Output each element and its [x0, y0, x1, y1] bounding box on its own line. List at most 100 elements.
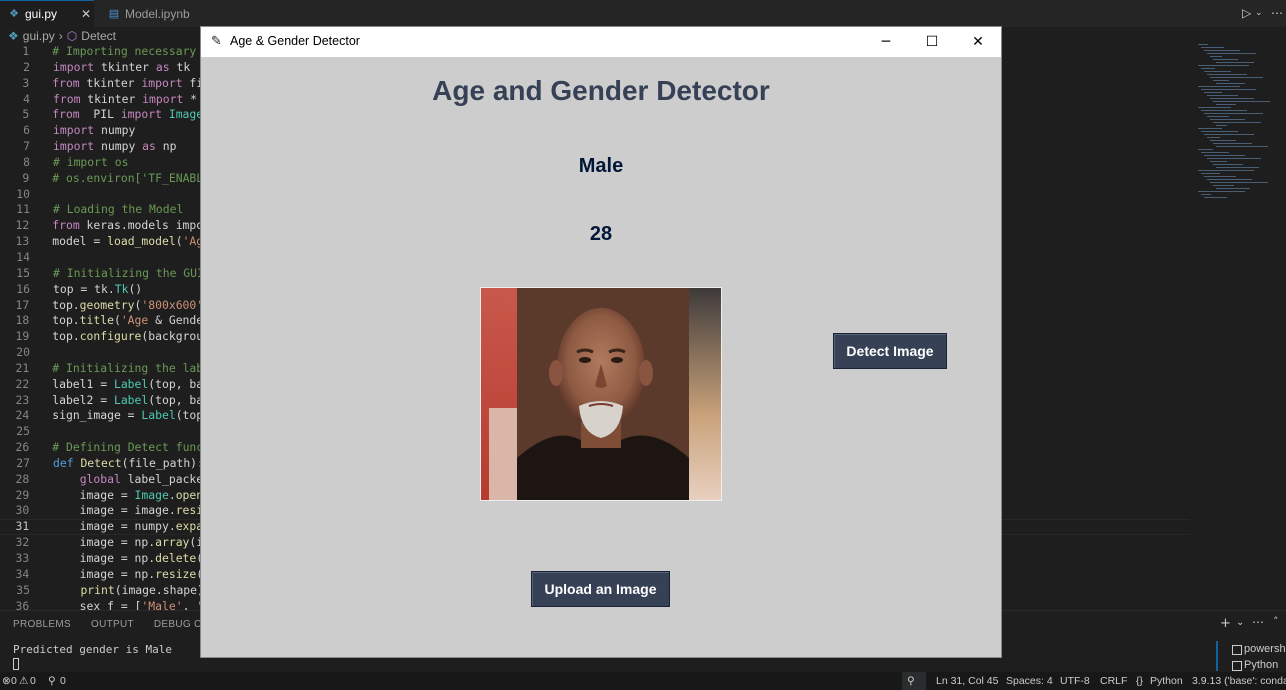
code-line[interactable]: 4 from tkinter import *: [0, 92, 210, 108]
breadcrumb-symbol[interactable]: Detect: [81, 29, 116, 43]
line-number: 3: [22, 75, 30, 90]
zoom-icon[interactable]: ⚲: [902, 672, 926, 690]
ports-count[interactable]: 0: [60, 675, 66, 687]
python-interpreter[interactable]: 3.9.13 ('base': conda): [1192, 675, 1286, 687]
code-line[interactable]: 17 top.geometry('800x600'): [0, 298, 210, 314]
errors-count[interactable]: 0: [11, 675, 17, 687]
code-line[interactable]: 11 # Loading the Model: [0, 202, 210, 218]
code-line[interactable]: 15 # Initializing the GUI: [0, 266, 210, 282]
code-text: top.title('Age & Gender: [52, 313, 210, 328]
code-text: image = np.resize(i: [52, 566, 210, 581]
line-number: 15: [16, 265, 30, 280]
warnings-count[interactable]: 0: [30, 675, 36, 687]
code-line[interactable]: 33 image = np.delete(i: [0, 551, 210, 567]
code-line[interactable]: 29 image = Image.open(: [0, 488, 210, 504]
code-line[interactable]: 3 from tkinter import fil: [0, 76, 210, 92]
tab-problems[interactable]: PROBLEMS: [13, 619, 71, 630]
ports-icon[interactable]: ⚲: [48, 675, 56, 687]
code-line[interactable]: 23 label2 = Label(top, bac: [0, 393, 210, 409]
code-line[interactable]: 26 # Defining Detect funct: [0, 440, 210, 456]
chevron-down-icon[interactable]: ⌄: [1236, 617, 1244, 628]
tab-label: Model.ipynb: [125, 6, 190, 21]
code-line[interactable]: 12 from keras.models impor: [0, 218, 210, 234]
minimap[interactable]: [1196, 44, 1270, 204]
minimap-line: [1201, 131, 1238, 132]
indentation[interactable]: Spaces: 4: [1006, 675, 1053, 687]
run-icon[interactable]: ▷: [1242, 6, 1251, 20]
close-icon[interactable]: ✕: [963, 31, 993, 53]
terminal-item-powershell[interactable]: powersh: [1230, 643, 1286, 655]
line-ending[interactable]: CRLF: [1100, 675, 1127, 687]
code-line[interactable]: 14: [0, 250, 210, 266]
code-line[interactable]: 34 image = np.resize(i: [0, 567, 210, 583]
code-line[interactable]: 13 model = load_model('Age: [0, 234, 210, 250]
code-line[interactable]: 30 image = image.resiz: [0, 503, 210, 519]
warning-icon[interactable]: ⚠: [19, 675, 28, 687]
code-line[interactable]: 25: [0, 424, 210, 440]
add-terminal-icon[interactable]: +: [1220, 616, 1231, 631]
minimap-line: [1210, 56, 1222, 57]
minimap-line: [1213, 122, 1261, 123]
function-symbol-icon: ⬡: [66, 29, 78, 43]
maximize-icon[interactable]: ☐: [917, 31, 947, 53]
app-heading: Age and Gender Detector: [432, 75, 770, 106]
detect-image-button[interactable]: Detect Image: [833, 333, 947, 369]
code-line[interactable]: 19 top.configure(backgroun: [0, 329, 210, 345]
code-line[interactable]: 24 sign_image = Label(top): [0, 408, 210, 424]
tab-gui-py[interactable]: ❖ gui.py ✕: [0, 0, 94, 27]
language-mode[interactable]: Python: [1150, 675, 1183, 687]
code-line[interactable]: 6 import numpy: [0, 123, 210, 139]
code-line[interactable]: 32 image = np.array(im: [0, 535, 210, 551]
code-text: # import os: [53, 154, 129, 169]
code-line[interactable]: 20: [0, 345, 210, 361]
line-number: 26: [15, 440, 30, 455]
minimap-line: [1204, 155, 1245, 156]
minimap-line: [1216, 188, 1250, 189]
breadcrumb-file[interactable]: gui.py: [23, 29, 55, 43]
code-line[interactable]: 7 import numpy as np: [0, 139, 210, 155]
code-line[interactable]: 22 label1 = Label(top, bac: [0, 377, 210, 393]
code-text: # Importing necessary l: [52, 44, 210, 58]
window-titlebar[interactable]: ✎ Age & Gender Detector ─ ☐ ✕: [201, 27, 1001, 57]
line-number: 25: [16, 424, 30, 439]
code-line[interactable]: 28 global label_packed: [0, 472, 210, 488]
code-text: image = Image.open(: [52, 487, 210, 502]
window-title: Age & Gender Detector: [230, 34, 360, 48]
minimap-line: [1216, 104, 1236, 105]
more-actions-icon[interactable]: ⋯: [1252, 615, 1264, 629]
minimize-icon[interactable]: ─: [871, 31, 901, 53]
code-line[interactable]: 27 def Detect(file_path):: [0, 456, 210, 472]
code-text: image = numpy.expan: [52, 519, 210, 534]
line-number: 20: [16, 345, 30, 360]
upload-image-button[interactable]: Upload an Image: [531, 571, 670, 607]
code-text: top = tk.Tk(): [53, 281, 143, 296]
minimap-line: [1198, 44, 1208, 45]
code-line[interactable]: 2 import tkinter as tk: [0, 60, 210, 76]
code-line[interactable]: 8 # import os: [0, 155, 210, 171]
terminal-item-python[interactable]: Python: [1230, 659, 1286, 671]
code-line[interactable]: 1 # Importing necessary l: [0, 44, 210, 60]
code-line[interactable]: 31 image = numpy.expan: [0, 519, 210, 535]
more-actions-icon[interactable]: ⋯: [1271, 6, 1283, 20]
code-line[interactable]: 9 # os.environ['TF_ENABLE: [0, 171, 210, 187]
code-line[interactable]: 16 top = tk.Tk(): [0, 282, 210, 298]
minimap-line: [1201, 47, 1224, 48]
chevron-down-icon[interactable]: ⌄: [1255, 8, 1263, 18]
line-number: 24: [15, 408, 30, 423]
language-braces-icon[interactable]: {}: [1136, 675, 1143, 687]
tab-output[interactable]: OUTPUT: [91, 619, 134, 630]
tab-model-ipynb[interactable]: ▤ Model.ipynb: [100, 0, 220, 27]
code-line[interactable]: 35 print(image.shape): [0, 583, 210, 599]
encoding[interactable]: UTF-8: [1060, 675, 1090, 687]
code-line[interactable]: 18 top.title('Age & Gender: [0, 313, 210, 329]
code-line[interactable]: 10: [0, 187, 210, 203]
code-editor[interactable]: 1 # Importing necessary l 2 import tkinter …: [0, 44, 210, 614]
cursor-position[interactable]: Ln 31, Col 45: [936, 675, 998, 687]
minimap-line: [1198, 86, 1240, 87]
close-icon[interactable]: ✕: [81, 7, 91, 21]
code-line[interactable]: 5 from PIL import Image,: [0, 107, 210, 123]
errors-icon[interactable]: ⊗: [2, 675, 11, 687]
code-text: # Initializing the GUI: [53, 265, 204, 280]
chevron-up-icon[interactable]: ˄: [1273, 615, 1279, 628]
code-line[interactable]: 21 # Initializing the labe: [0, 361, 210, 377]
